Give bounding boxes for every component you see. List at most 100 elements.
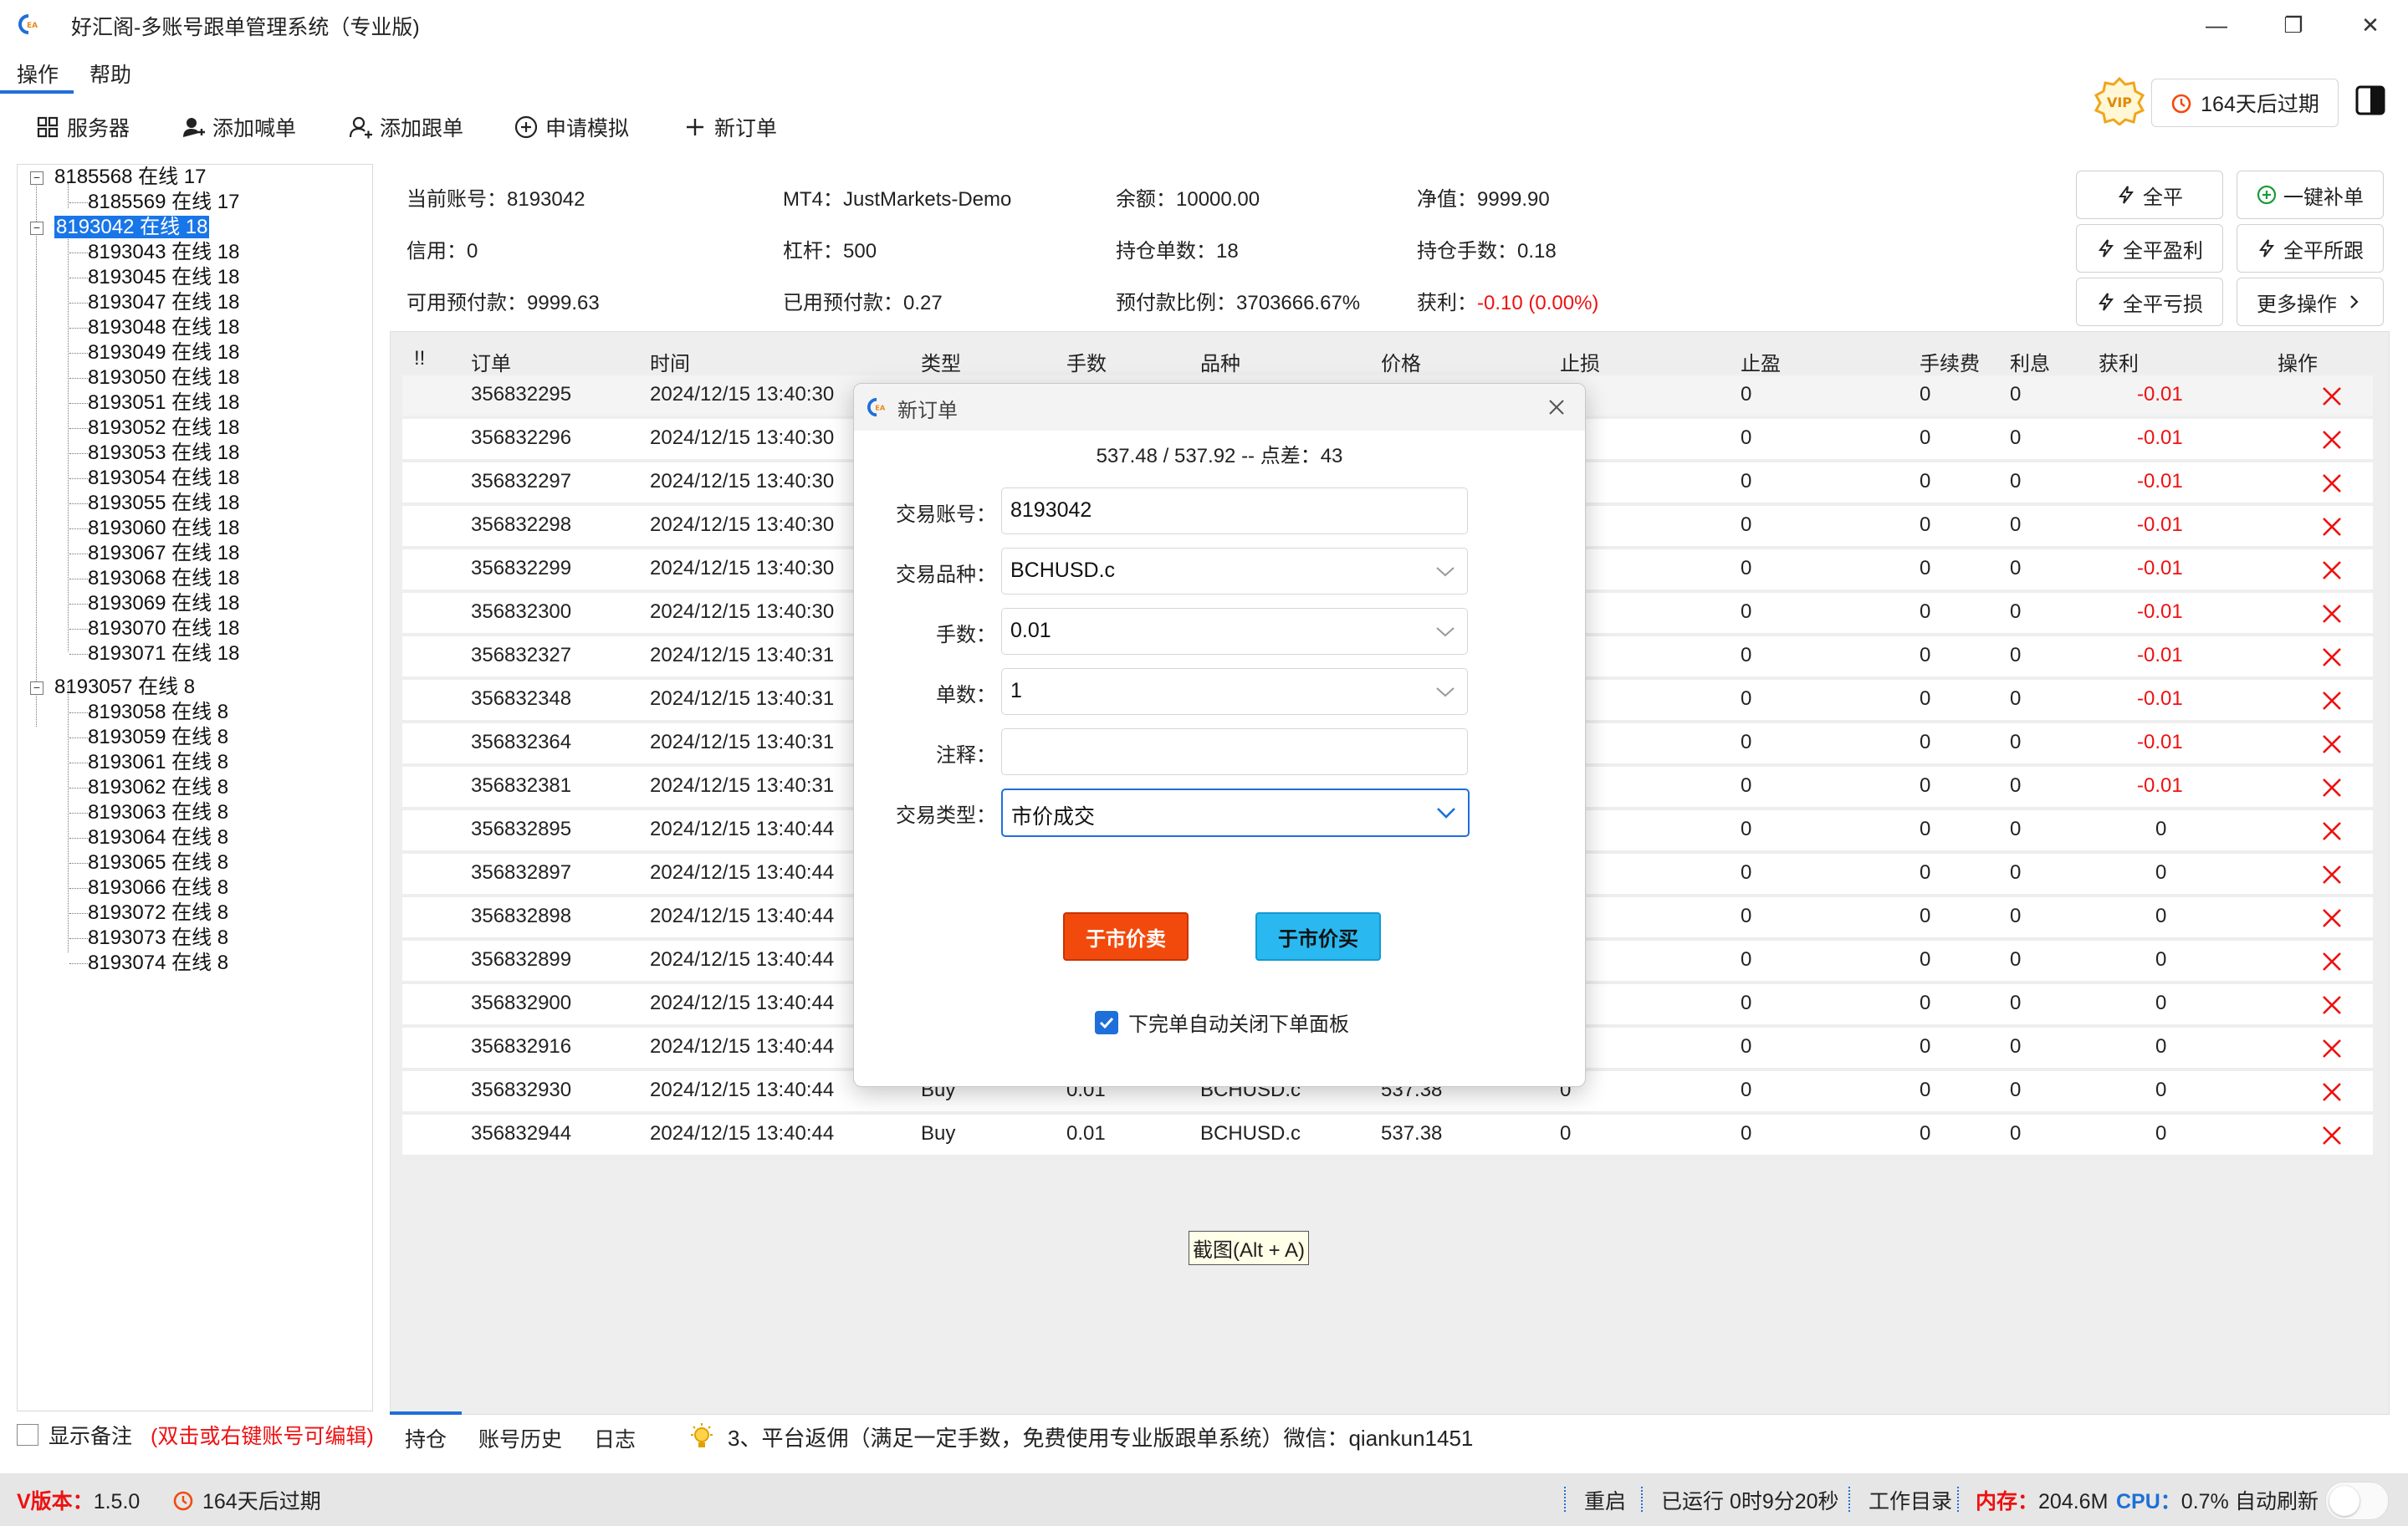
- close-position-icon[interactable]: [2319, 906, 2344, 931]
- close-position-icon[interactable]: [2319, 427, 2344, 452]
- close-all-loss-button[interactable]: 全平亏损: [2076, 278, 2223, 326]
- close-position-icon[interactable]: [2319, 645, 2344, 670]
- col-swap[interactable]: 利息: [2010, 347, 2050, 376]
- show-note-checkbox[interactable]: [17, 1424, 38, 1446]
- tree-account[interactable]: 8193064 在线 8: [88, 825, 228, 850]
- col-profit[interactable]: 获利: [2099, 347, 2139, 376]
- restart-link[interactable]: 重启: [1584, 1485, 1626, 1515]
- trade-type-select[interactable]: 市价成交: [1001, 789, 1470, 837]
- tree-account-group[interactable]: 8185568 在线 17: [54, 165, 206, 189]
- count-select[interactable]: 1: [1001, 668, 1468, 715]
- tree-collapse-toggle[interactable]: −: [30, 171, 43, 185]
- add-follow-button[interactable]: 添加跟单: [348, 109, 463, 145]
- tree-collapse-toggle[interactable]: −: [30, 222, 43, 235]
- close-position-icon[interactable]: [2319, 384, 2344, 409]
- tree-account-group[interactable]: 8193042 在线 18: [54, 215, 210, 239]
- col-time[interactable]: 时间: [650, 347, 690, 376]
- close-button[interactable]: ✕: [2345, 8, 2395, 42]
- tree-account[interactable]: 8193050 在线 18: [88, 365, 239, 390]
- market-buy-button[interactable]: 于市价买: [1255, 912, 1381, 961]
- tab-positions[interactable]: 持仓: [405, 1423, 447, 1453]
- col-tp[interactable]: 止盈: [1741, 347, 1781, 376]
- auto-close-checkbox[interactable]: [1095, 1010, 1118, 1034]
- close-all-profit-button[interactable]: 全平盈利: [2076, 224, 2223, 273]
- tree-account[interactable]: 8193072 在线 8: [88, 901, 228, 925]
- table-row[interactable]: 356832944 2024/12/15 13:40:44 Buy 0.01 BCHUS…: [402, 1115, 2373, 1155]
- col-action[interactable]: 操作: [2278, 347, 2318, 376]
- tree-collapse-toggle[interactable]: −: [30, 681, 43, 695]
- dialog-title-bar[interactable]: EA 新订单: [854, 384, 1585, 431]
- close-position-icon[interactable]: [2319, 993, 2344, 1018]
- menu-operate[interactable]: 操作: [17, 59, 59, 89]
- comment-input[interactable]: [1001, 728, 1468, 775]
- tree-account[interactable]: 8193058 在线 8: [88, 700, 228, 724]
- close-position-icon[interactable]: [2319, 1123, 2344, 1148]
- tree-account[interactable]: 8193060 在线 18: [88, 516, 239, 540]
- apply-demo-button[interactable]: 申请模拟: [514, 109, 629, 145]
- tree-account[interactable]: 8185569 在线 17: [88, 190, 239, 214]
- close-position-icon[interactable]: [2319, 1079, 2344, 1105]
- more-actions-button[interactable]: 更多操作: [2237, 278, 2384, 326]
- col-price[interactable]: 价格: [1381, 347, 1421, 376]
- close-position-icon[interactable]: [2319, 558, 2344, 583]
- close-position-icon[interactable]: [2319, 775, 2344, 800]
- tree-account[interactable]: 8193063 在线 8: [88, 800, 228, 824]
- tree-account[interactable]: 8193067 在线 18: [88, 541, 239, 565]
- close-position-icon[interactable]: [2319, 471, 2344, 496]
- close-all-button[interactable]: 全平: [2076, 171, 2223, 219]
- col-sl[interactable]: 止损: [1560, 347, 1600, 376]
- col-symbol[interactable]: 品种: [1200, 347, 1240, 376]
- col-order[interactable]: 订单: [471, 347, 511, 376]
- tree-account[interactable]: 8193070 在线 18: [88, 616, 239, 641]
- vip-expire-box[interactable]: 164天后过期: [2151, 79, 2339, 127]
- tree-account[interactable]: 8193043 在线 18: [88, 240, 239, 264]
- tree-account[interactable]: 8193051 在线 18: [88, 390, 239, 415]
- tree-account[interactable]: 8193074 在线 8: [88, 951, 228, 975]
- tree-account[interactable]: 8193065 在线 8: [88, 850, 228, 875]
- new-order-button[interactable]: 新订单: [683, 109, 777, 145]
- tree-account[interactable]: 8193059 在线 8: [88, 725, 228, 749]
- auto-refresh-toggle[interactable]: [2325, 1482, 2389, 1520]
- close-position-icon[interactable]: [2319, 819, 2344, 844]
- tree-account[interactable]: 8193071 在线 18: [88, 641, 239, 666]
- tab-log[interactable]: 日志: [594, 1423, 636, 1453]
- maximize-button[interactable]: ❐: [2268, 8, 2319, 42]
- menu-help[interactable]: 帮助: [89, 59, 131, 89]
- tree-account[interactable]: 8193061 在线 8: [88, 750, 228, 774]
- close-position-icon[interactable]: [2319, 862, 2344, 887]
- workdir-link[interactable]: 工作目录: [1869, 1485, 1952, 1515]
- tree-account[interactable]: 8193052 在线 18: [88, 416, 239, 440]
- server-button[interactable]: 服务器: [35, 109, 130, 145]
- symbol-select[interactable]: BCHUSD.c: [1001, 548, 1468, 595]
- account-field[interactable]: 8193042: [1001, 487, 1468, 534]
- close-position-icon[interactable]: [2319, 601, 2344, 626]
- tree-account[interactable]: 8193062 在线 8: [88, 775, 228, 799]
- tree-account[interactable]: 8193048 在线 18: [88, 315, 239, 339]
- tree-account[interactable]: 8193045 在线 18: [88, 265, 239, 289]
- col-lots[interactable]: 手数: [1066, 347, 1107, 376]
- tree-account[interactable]: 8193068 在线 18: [88, 566, 239, 590]
- close-position-icon[interactable]: [2319, 949, 2344, 974]
- col-fee[interactable]: 手续费: [1920, 347, 1980, 376]
- market-sell-button[interactable]: 于市价卖: [1063, 912, 1189, 961]
- tree-account[interactable]: 8193054 在线 18: [88, 466, 239, 490]
- close-position-icon[interactable]: [2319, 688, 2344, 713]
- close-position-icon[interactable]: [2319, 732, 2344, 757]
- theme-toggle-icon[interactable]: [2354, 84, 2387, 117]
- tree-account[interactable]: 8193049 在线 18: [88, 340, 239, 365]
- close-position-icon[interactable]: [2319, 514, 2344, 539]
- tab-account-history[interactable]: 账号历史: [478, 1423, 562, 1453]
- close-all-followed-button[interactable]: 全平所跟: [2237, 224, 2384, 273]
- one-click-refill-button[interactable]: 一键补单: [2237, 171, 2384, 219]
- col-flag[interactable]: !!: [414, 347, 425, 370]
- close-position-icon[interactable]: [2319, 1036, 2344, 1061]
- tree-account[interactable]: 8193069 在线 18: [88, 591, 239, 615]
- tree-account[interactable]: 8193066 在线 8: [88, 875, 228, 900]
- tree-account[interactable]: 8193047 在线 18: [88, 290, 239, 314]
- add-signal-button[interactable]: 添加喊单: [181, 109, 296, 145]
- tree-account-group[interactable]: 8193057 在线 8: [54, 675, 195, 699]
- col-type[interactable]: 类型: [921, 347, 961, 376]
- close-icon[interactable]: [1543, 394, 1570, 421]
- lots-select[interactable]: 0.01: [1001, 608, 1468, 655]
- tree-account[interactable]: 8193055 在线 18: [88, 491, 239, 515]
